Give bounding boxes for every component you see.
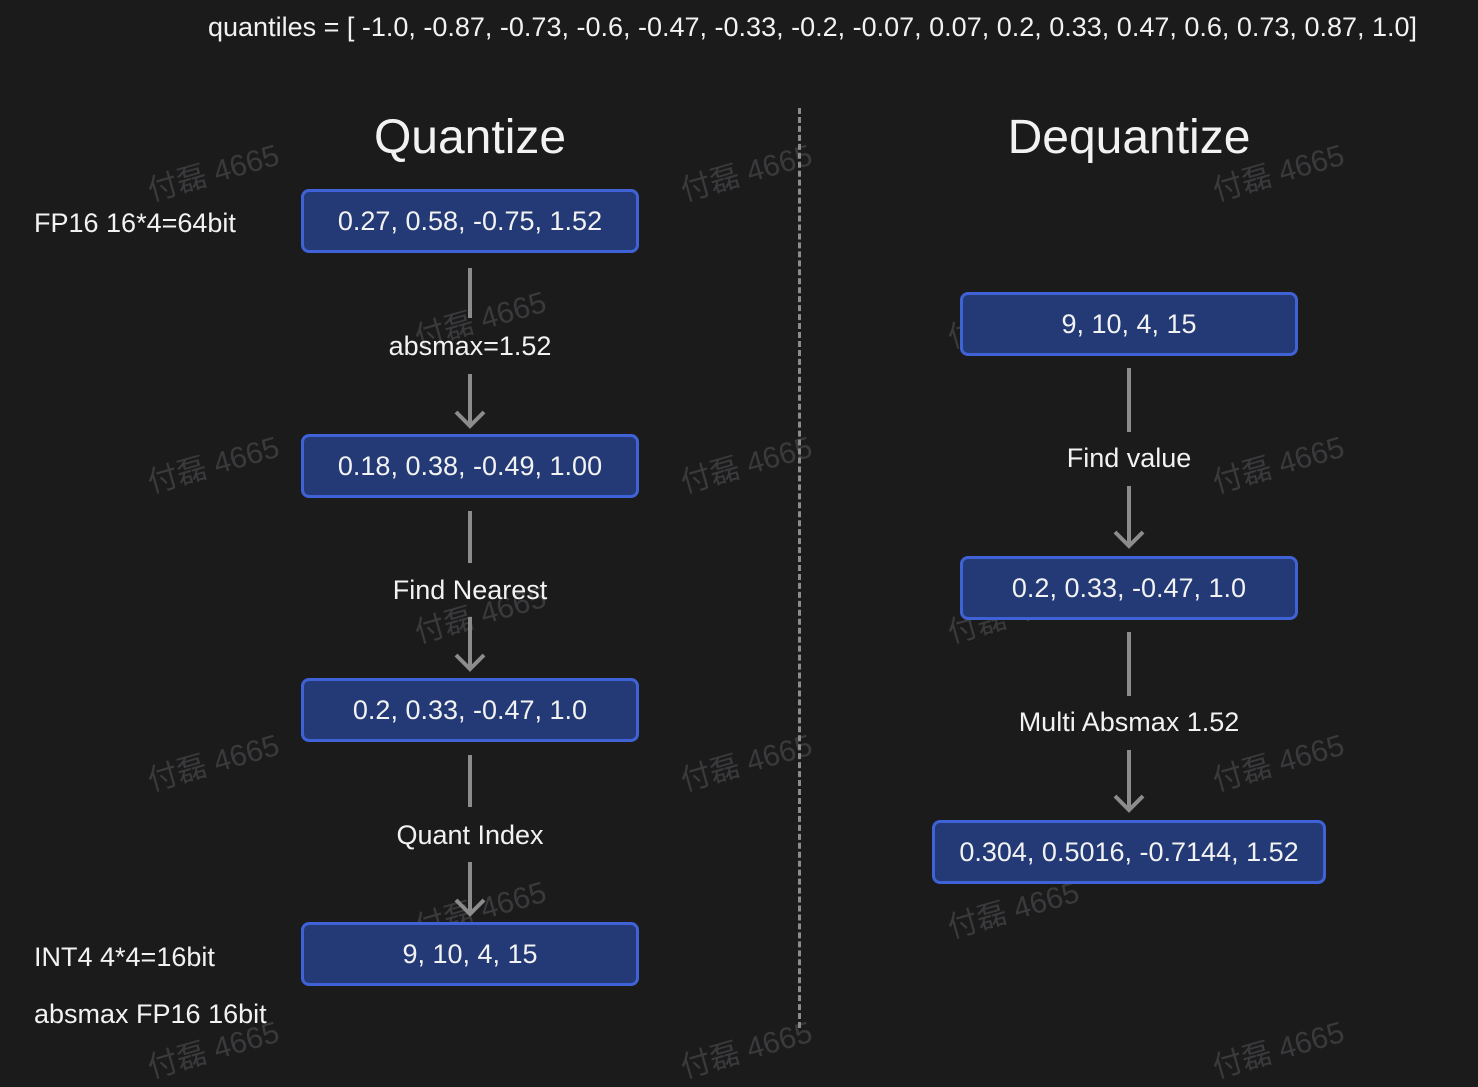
connector-line — [1127, 632, 1131, 696]
watermark: 付磊 4665 — [144, 430, 283, 500]
down-arrow-icon — [454, 862, 486, 917]
connector-line — [468, 268, 472, 318]
absmax-size-label: absmax FP16 16bit — [34, 999, 267, 1029]
watermark: 付磊 4665 — [677, 1015, 816, 1085]
step-label-find-nearest: Find Nearest — [392, 575, 548, 605]
section-divider — [798, 108, 801, 1028]
down-arrow-icon — [454, 617, 486, 672]
quantize-normalized-box: 0.18, 0.38, -0.49, 1.00 — [301, 434, 639, 498]
watermark: 付磊 4665 — [677, 138, 816, 208]
int4-size-label: INT4 4*4=16bit — [34, 942, 215, 972]
step-label-multi-absmax: Multi Absmax 1.52 — [1018, 707, 1240, 737]
step-label-find-value: Find value — [1066, 443, 1192, 473]
quantize-nearest-box: 0.2, 0.33, -0.47, 1.0 — [301, 678, 639, 742]
dequantize-output-box: 0.304, 0.5016, -0.7144, 1.52 — [932, 820, 1326, 884]
quantize-index-box: 9, 10, 4, 15 — [301, 922, 639, 986]
down-arrow-icon — [1113, 750, 1145, 813]
watermark: 付磊 4665 — [144, 728, 283, 798]
fp16-size-label: FP16 16*4=64bit — [34, 208, 236, 238]
step-label-absmax: absmax=1.52 — [388, 331, 552, 361]
connector-line — [468, 755, 472, 807]
connector-line — [468, 511, 472, 563]
connector-line — [1127, 368, 1131, 432]
quantize-title: Quantize — [373, 111, 567, 164]
down-arrow-icon — [454, 374, 486, 429]
watermark: 付磊 4665 — [677, 430, 816, 500]
watermark: 付磊 4665 — [677, 728, 816, 798]
quantiles-list: quantiles = [ -1.0, -0.87, -0.73, -0.6, … — [208, 12, 1418, 42]
dequantize-title: Dequantize — [1007, 111, 1251, 164]
watermark: 付磊 4665 — [1209, 1015, 1348, 1085]
dequantize-values-box: 0.2, 0.33, -0.47, 1.0 — [960, 556, 1298, 620]
down-arrow-icon — [1113, 486, 1145, 549]
dequantize-index-box: 9, 10, 4, 15 — [960, 292, 1298, 356]
quantize-input-box: 0.27, 0.58, -0.75, 1.52 — [301, 189, 639, 253]
step-label-quant-index: Quant Index — [396, 820, 544, 850]
